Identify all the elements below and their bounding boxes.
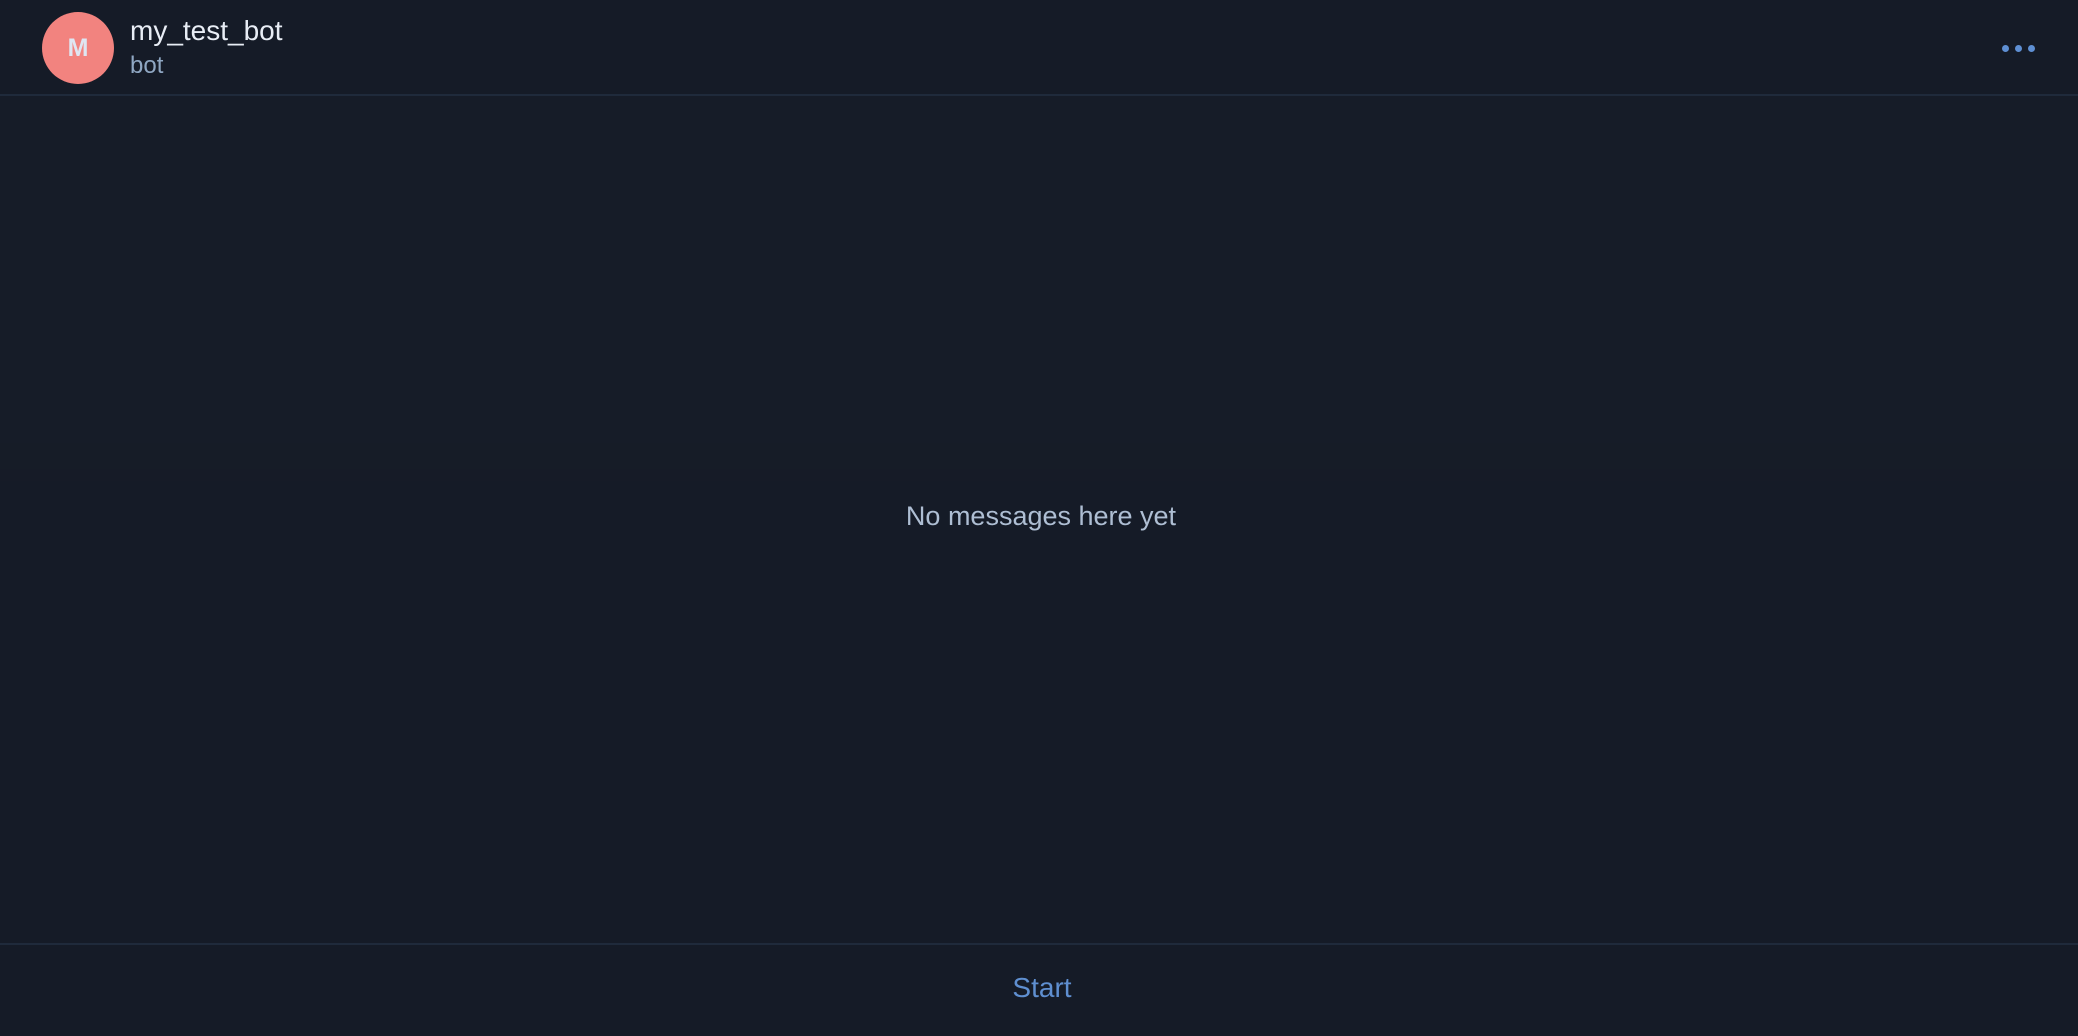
chat-title[interactable]: my_test_bot [130, 14, 283, 48]
more-horizontal-icon-dot-1 [2001, 44, 2009, 52]
empty-state-text: No messages here yet [905, 501, 1177, 531]
more-options-button[interactable] [1990, 30, 2046, 66]
more-horizontal-icon-dot-2 [2014, 44, 2022, 52]
chat-header: M my_test_bot bot [0, 0, 2078, 96]
chat-subtitle: bot [130, 52, 164, 79]
avatar-initial: M [67, 33, 89, 62]
message-list[interactable]: No messages here yet [0, 96, 2078, 943]
bot-avatar[interactable]: M [42, 12, 114, 84]
chat-footer: Start [0, 943, 2078, 1036]
more-horizontal-icon-dot-3 [2027, 44, 2035, 52]
start-button[interactable]: Start [950, 963, 1134, 1013]
